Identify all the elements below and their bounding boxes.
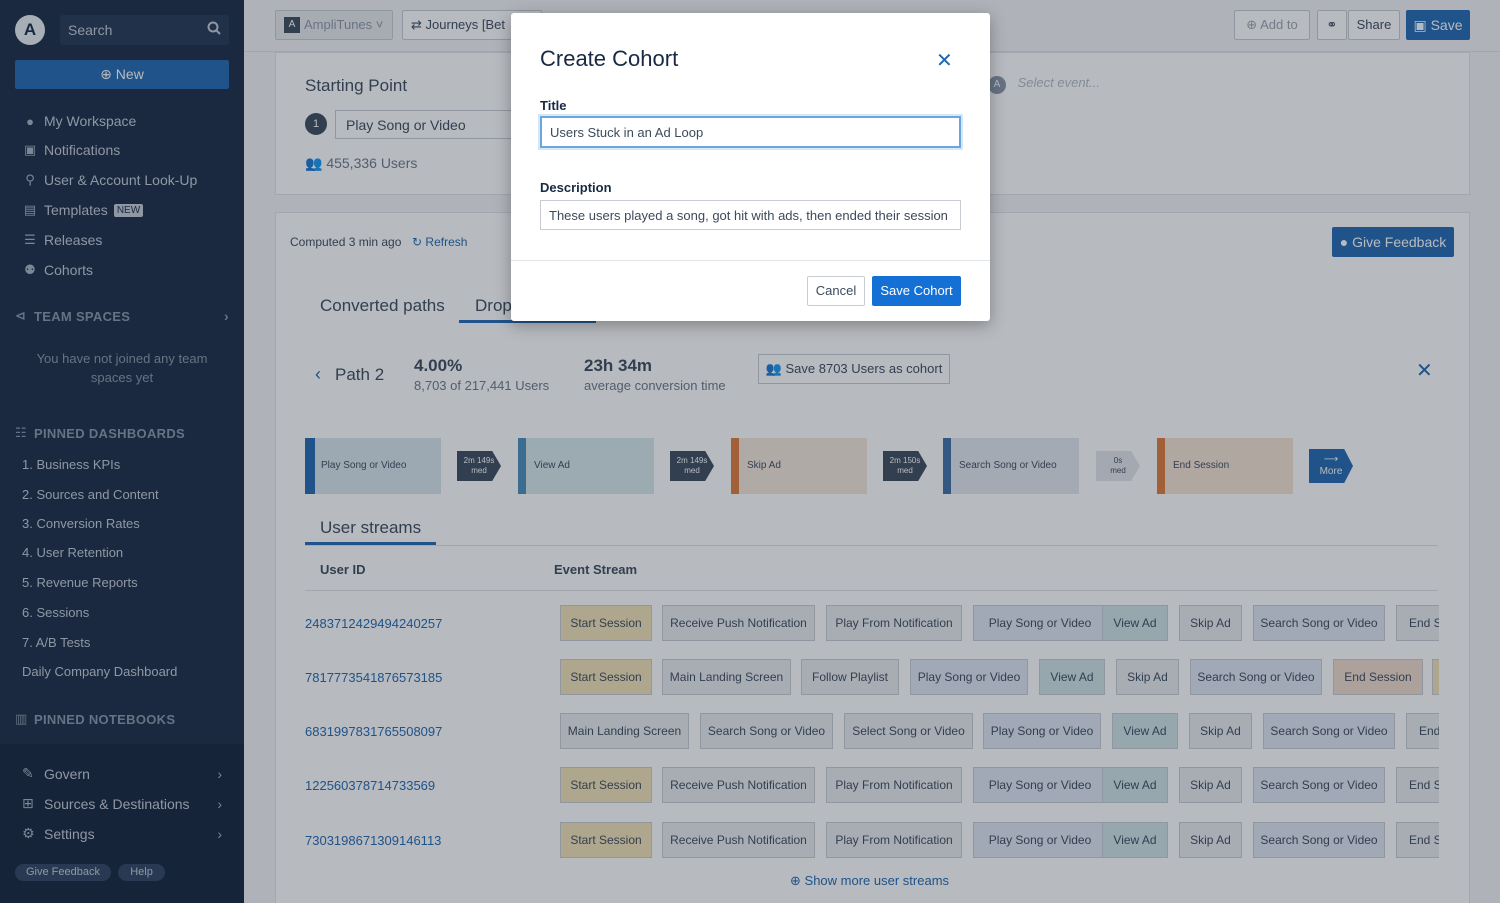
cancel-button[interactable]: Cancel [807, 276, 865, 306]
save-cohort-button[interactable]: Save Cohort [872, 276, 961, 306]
close-icon[interactable]: ✕ [936, 48, 953, 73]
create-cohort-modal: Create Cohort ✕ Title Description Cancel… [511, 13, 990, 321]
cohort-title-input[interactable] [540, 116, 961, 148]
cohort-description-input[interactable] [540, 200, 961, 230]
divider [511, 260, 990, 261]
modal-title: Create Cohort [540, 46, 679, 71]
title-label: Title [540, 98, 567, 113]
description-label: Description [540, 180, 612, 195]
